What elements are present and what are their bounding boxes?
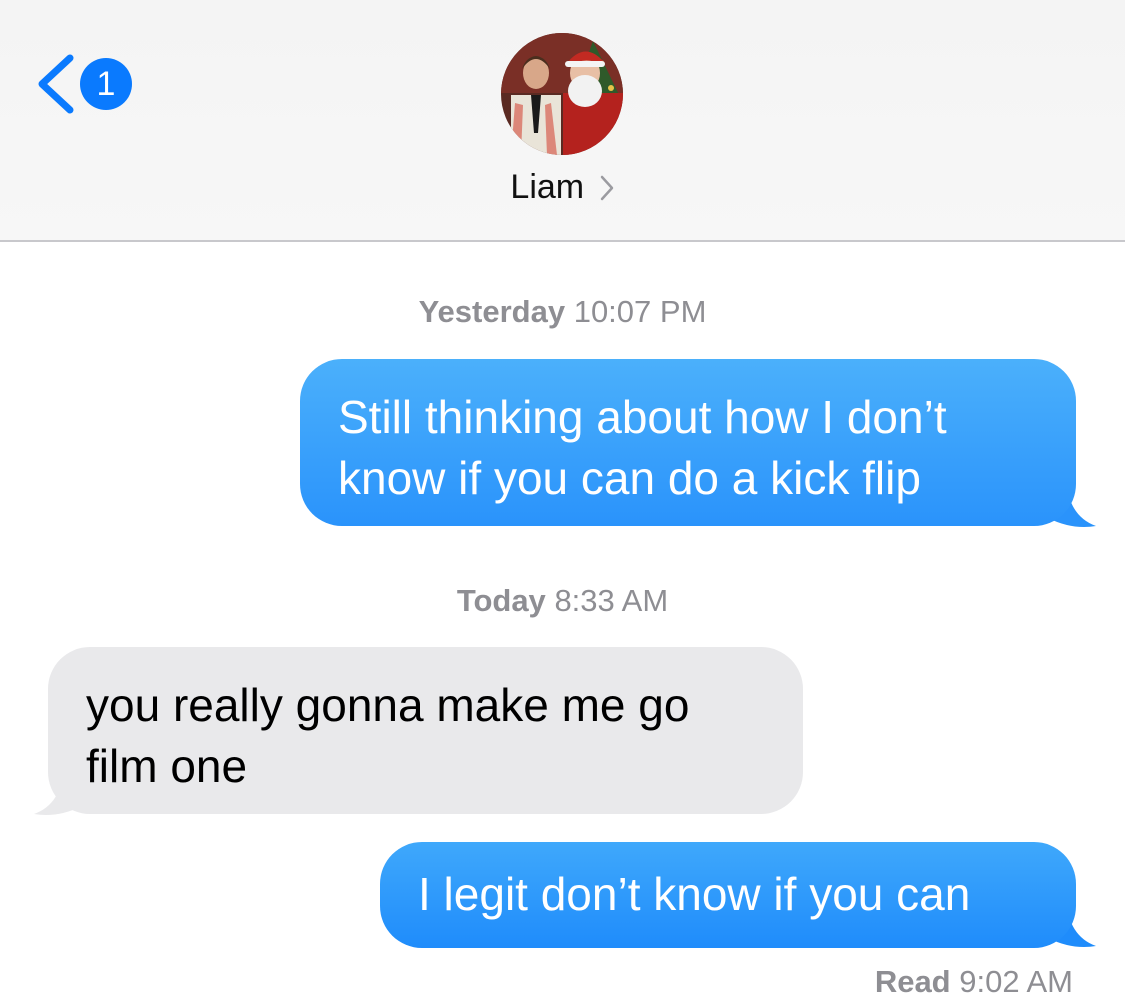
message-line: you really gonna make me go <box>86 679 690 731</box>
timestamp-time: 10:07 PM <box>573 294 707 329</box>
contact-name-button[interactable]: Liam <box>0 168 1125 207</box>
chevron-right-icon <box>600 175 613 200</box>
contact-name: Liam <box>510 168 585 206</box>
read-receipt: Read 9:02 AM <box>875 964 1073 1000</box>
message-timestamp: Yesterday 10:07 PM <box>0 294 1125 330</box>
conversation-header: 1 Liam <box>0 0 1125 242</box>
read-receipt-label: Read <box>874 964 951 999</box>
read-receipt-time: 9:02 AM <box>959 964 1073 999</box>
outgoing-message-bubble[interactable]: Still thinking about how I don’t know if… <box>300 359 1076 526</box>
message-timestamp: Today 8:33 AM <box>0 583 1125 619</box>
unread-count-badge: 1 <box>80 58 132 110</box>
back-button[interactable]: 1 <box>34 52 144 116</box>
message-line: I legit don’t know if you can <box>418 868 971 920</box>
timestamp-day: Yesterday <box>418 294 566 329</box>
contact-photo <box>501 33 623 155</box>
message-line: film one <box>86 740 248 792</box>
timestamp-time: 8:33 AM <box>554 583 669 618</box>
message-line: Still thinking about how I don’t <box>338 391 947 443</box>
contact-avatar[interactable] <box>501 33 623 155</box>
chevron-left-icon <box>38 54 74 114</box>
timestamp-day: Today <box>456 583 546 618</box>
incoming-message-bubble[interactable]: you really gonna make me go film one <box>48 647 803 814</box>
message-line: know if you can do a kick flip <box>338 452 921 504</box>
outgoing-message-bubble[interactable]: I legit don’t know if you can <box>380 842 1076 948</box>
messages-screen: 1 Liam Yesterday 10:07 PM Still thinking… <box>0 0 1125 1006</box>
